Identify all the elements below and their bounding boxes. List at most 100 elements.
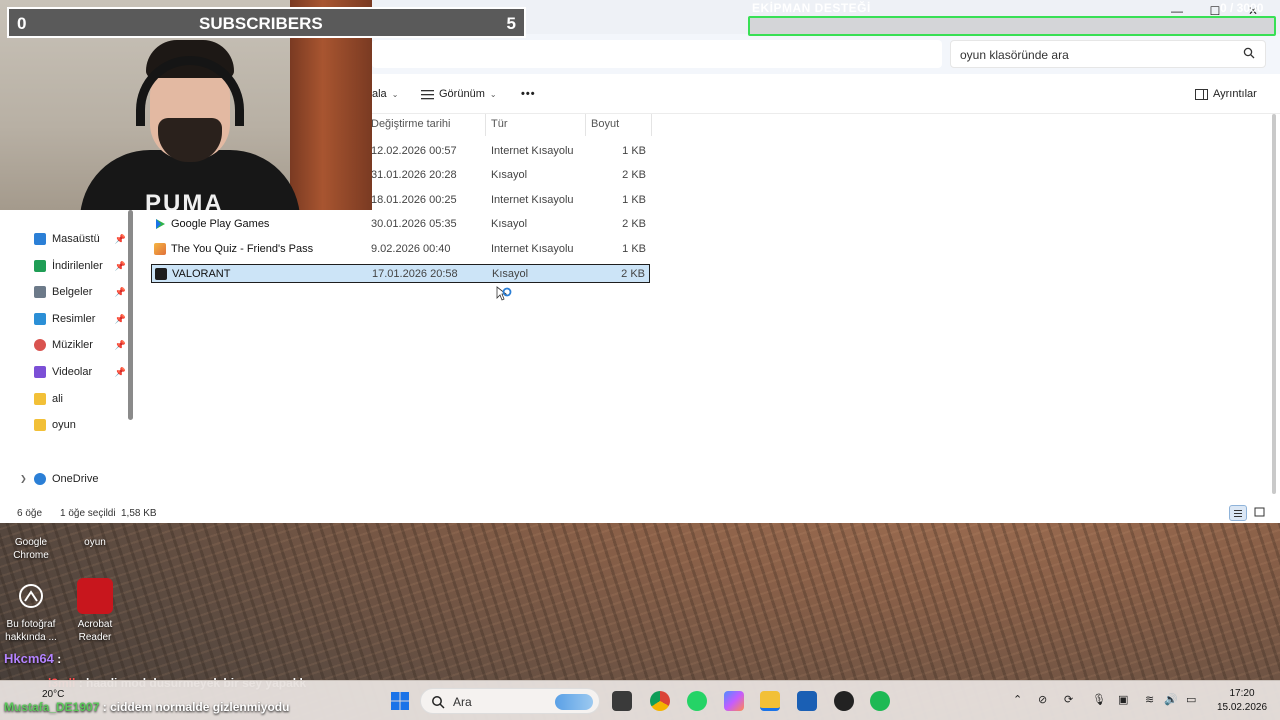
desktop-icon-oyun-folder[interactable]: oyun	[64, 522, 126, 549]
sidebar-item-label: İndirilenler	[52, 260, 103, 272]
sidebar-item-oyun[interactable]: oyun	[34, 415, 126, 435]
download-icon	[34, 260, 46, 272]
more-options-button[interactable]: •••	[521, 88, 536, 100]
sidebar-item-ali[interactable]: ali	[34, 389, 126, 409]
wifi-icon[interactable]: ≋	[1145, 693, 1154, 706]
details-pane-button[interactable]: Ayrıntılar	[1195, 88, 1257, 100]
file-size: 2 KB	[622, 169, 646, 181]
pictures-icon	[34, 313, 46, 325]
sidebar-scrollbar[interactable]	[128, 210, 133, 420]
taskbar-clock[interactable]: 17:20 15.02.2026	[1212, 687, 1272, 715]
sidebar-item-label: Belgeler	[52, 286, 93, 298]
sidebar-item-music[interactable]: Müzikler 📌	[34, 335, 126, 355]
column-header-size[interactable]: Boyut	[591, 118, 619, 134]
column-header-type[interactable]: Tür	[491, 118, 508, 134]
taskbar-search[interactable]: Ara	[420, 688, 600, 714]
selected-count: 1 öğe seçildi	[60, 508, 116, 519]
view-label: Görünüm	[439, 88, 485, 100]
details-label: Ayrıntılar	[1213, 88, 1257, 100]
sync-off-icon[interactable]: ⊘	[1038, 693, 1047, 706]
column-divider[interactable]	[585, 114, 586, 136]
tiles-view-button[interactable]	[1251, 505, 1269, 521]
subscriber-goal: 5	[506, 14, 516, 33]
refresh-icon[interactable]: ⟳	[1064, 693, 1073, 706]
tray-overflow-icon[interactable]: ⌃	[1013, 693, 1022, 706]
desktop-icon-photo-info[interactable]: Bu fotoğraf hakkında ...	[0, 578, 62, 644]
file-row-selected[interactable]: VALORANT 17.01.2026 20:58 Kısayol 2 KB	[151, 264, 650, 283]
search-highlight-icon	[555, 694, 593, 710]
clock-date: 15.02.2026	[1216, 702, 1268, 713]
file-type: Kısayol	[492, 268, 529, 280]
sidebar-item-onedrive[interactable]: OneDrive	[34, 469, 126, 489]
sidebar-item-documents[interactable]: Belgeler 📌	[34, 282, 126, 302]
file-row[interactable]: The You Quiz - Friend's Pass 9.02.2026 0…	[151, 240, 650, 259]
file-name: VALORANT	[172, 268, 231, 280]
chevron-down-icon: ⌄	[391, 89, 399, 99]
column-divider[interactable]	[651, 114, 652, 136]
file-explorer-icon[interactable]	[760, 691, 780, 711]
battery-icon[interactable]: ▭	[1186, 693, 1196, 706]
whatsapp-icon[interactable]	[687, 691, 707, 711]
music-icon	[34, 339, 46, 351]
sidebar-item-downloads[interactable]: İndirilenler 📌	[34, 256, 126, 276]
content-scrollbar[interactable]	[1272, 114, 1276, 494]
microphone-icon[interactable]: 🎙	[1092, 693, 1106, 706]
search-placeholder: oyun klasöründe ara	[960, 48, 1069, 62]
file-date: 17.01.2026 20:58	[372, 268, 458, 280]
sidebar-item-label: OneDrive	[52, 473, 99, 485]
column-divider[interactable]	[485, 114, 486, 136]
chat-message: Mustafa_DE1907 : ciddem normalde gizlenm…	[4, 700, 289, 714]
weather-temp[interactable]: 20°C	[42, 689, 64, 700]
desktop-icon-label: Chrome	[13, 550, 49, 561]
view-button[interactable]: Görünüm ⌄	[421, 88, 497, 100]
sidebar-item-desktop[interactable]: Masaüstü 📌	[34, 229, 126, 249]
spotify-icon[interactable]	[870, 691, 890, 711]
file-date: 9.02.2026 00:40	[371, 243, 451, 255]
microsoft-store-icon[interactable]	[797, 691, 817, 711]
pin-icon: 📌	[114, 339, 126, 350]
videos-icon	[34, 366, 46, 378]
sidebar-item-label: Resimler	[52, 313, 96, 325]
details-pane-icon	[1195, 88, 1208, 100]
file-size: 2 KB	[621, 268, 645, 280]
search-icon	[1243, 47, 1255, 59]
file-name: The You Quiz - Friend's Pass	[171, 243, 314, 255]
desktop-icon	[34, 233, 46, 245]
display-icon[interactable]: ▣	[1118, 693, 1128, 706]
volume-icon[interactable]: 🔊	[1164, 693, 1178, 706]
chrome-icon[interactable]	[650, 691, 670, 711]
file-date: 30.01.2026 05:35	[371, 218, 457, 230]
pin-icon: 📌	[114, 366, 126, 377]
sort-button[interactable]: ala ⌄	[372, 88, 398, 100]
file-type: Kısayol	[491, 169, 528, 181]
sidebar-item-videos[interactable]: Videolar 📌	[34, 362, 126, 382]
equipment-support-progress	[748, 16, 1276, 36]
sidebar-item-pictures[interactable]: Resimler 📌	[34, 309, 126, 329]
expand-chevron-icon[interactable]: ❯	[20, 474, 27, 483]
desktop-icon-label: hakkında ...	[5, 632, 57, 643]
file-size: 2 KB	[622, 218, 646, 230]
column-header-date[interactable]: Değiştirme tarihi	[371, 118, 450, 134]
obs-icon[interactable]	[834, 691, 854, 711]
desktop-icon-acrobat-reader[interactable]: Acrobat Reader	[64, 578, 126, 644]
desktop-icon-label: Bu fotoğraf	[6, 619, 56, 630]
details-view-button[interactable]	[1229, 505, 1247, 521]
clock-time: 17:20	[1229, 688, 1255, 699]
search-input[interactable]: oyun klasöründe ara	[950, 40, 1266, 68]
copilot-icon[interactable]	[724, 691, 744, 711]
pin-icon: 📌	[114, 233, 126, 244]
details-view-icon	[1234, 510, 1242, 517]
sidebar-item-label: Müzikler	[52, 339, 93, 351]
start-button-icon[interactable]	[390, 691, 410, 711]
address-field[interactable]	[372, 40, 942, 68]
file-type: Internet Kısayolu	[491, 243, 574, 255]
sidebar-item-label: Masaüstü	[52, 233, 100, 245]
file-row[interactable]: Google Play Games 30.01.2026 05:35 Kısay…	[151, 215, 650, 234]
task-view-icon[interactable]	[612, 691, 632, 711]
sidebar-item-label: oyun	[52, 419, 76, 431]
folder-icon	[34, 393, 46, 405]
equipment-support-label: EKİPMAN DESTEĞİ	[752, 1, 871, 15]
internet-shortcut-icon	[154, 243, 166, 255]
desktop-icon-google-chrome[interactable]: Google Chrome	[0, 522, 62, 562]
sidebar-item-label: ali	[52, 393, 64, 405]
